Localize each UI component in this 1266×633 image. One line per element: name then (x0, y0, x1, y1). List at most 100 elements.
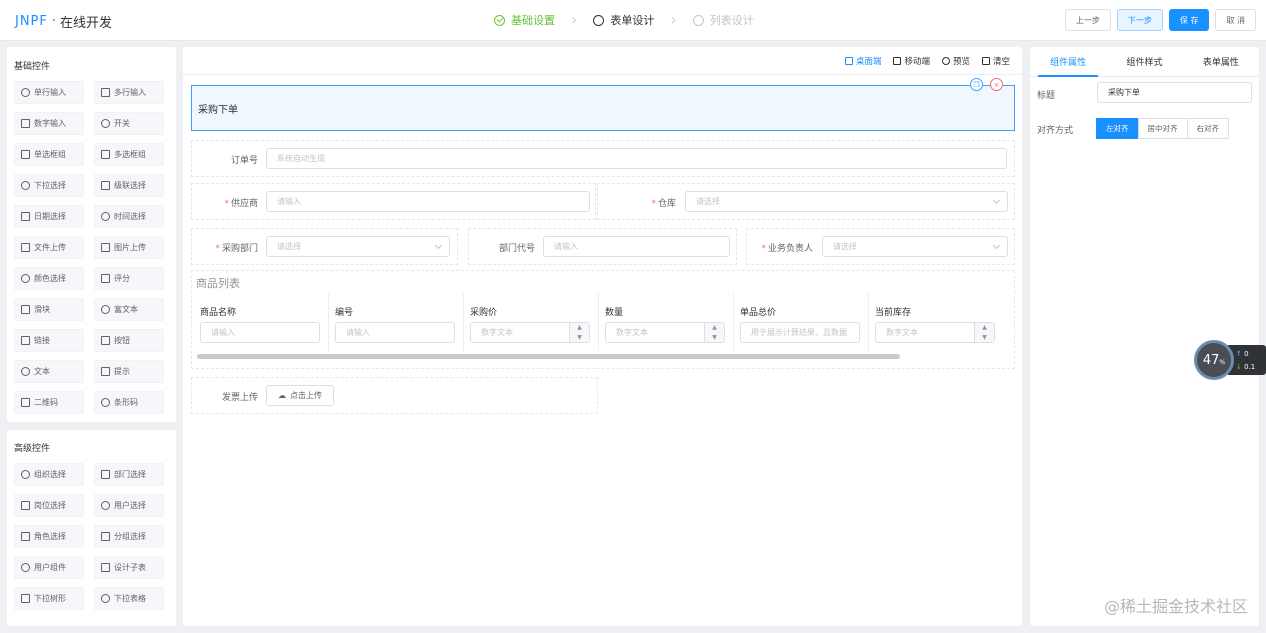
chevron-up-icon[interactable]: ▲ (577, 324, 582, 331)
control-basic-11[interactable]: 图片上传 (94, 236, 164, 259)
number-stepper[interactable]: ▲ ▼ (569, 323, 589, 342)
control-basic-4[interactable]: 单选框组 (14, 143, 84, 166)
control-basic-10[interactable]: 文件上传 (14, 236, 84, 259)
control-basic-16[interactable]: 链接 (14, 329, 84, 352)
basic-controls-title: 基础控件 (14, 62, 51, 72)
control-label: 单选框组 (34, 150, 66, 159)
control-basic-6[interactable]: 下拉选择 (14, 174, 84, 197)
control-basic-3[interactable]: 开关 (94, 112, 164, 135)
step-form-design[interactable]: 表单设计 (593, 12, 654, 28)
dept-code-input[interactable]: 请输入 (543, 236, 730, 257)
number-stepper[interactable]: ▲ ▼ (704, 323, 724, 342)
control-label: 设计子表 (114, 563, 146, 572)
align-center-button[interactable]: 居中对齐 (1137, 118, 1188, 139)
chevron-up-icon[interactable]: ▲ (982, 324, 987, 331)
control-icon (21, 563, 30, 572)
control-icon (101, 532, 110, 541)
chevron-down-icon[interactable]: ▼ (712, 334, 717, 341)
chevron-up-icon[interactable]: ▲ (712, 324, 717, 331)
control-basic-17[interactable]: 按钮 (94, 329, 164, 352)
cpu-gauge[interactable]: 47% (1194, 340, 1234, 380)
control-label: 下拉选择 (34, 181, 66, 190)
column-input[interactable]: 用于展示计算结果，且数据 (740, 322, 860, 343)
mobile-view-button[interactable]: 移动端 (893, 55, 930, 67)
control-advanced-3[interactable]: 用户选择 (94, 494, 164, 517)
preview-button[interactable]: 预览 (941, 55, 970, 67)
control-basic-15[interactable]: 富文本 (94, 298, 164, 321)
number-stepper[interactable]: ▲ ▼ (974, 323, 994, 342)
prev-step-button[interactable]: 上一步 (1064, 9, 1111, 31)
properties-tabs: 组件属性 组件样式 表单属性 (1030, 47, 1259, 77)
supplier-input[interactable]: 请输入 (266, 191, 590, 212)
owner-placeholder: 请选择 (833, 242, 857, 251)
warehouse-select[interactable]: 请选择 (685, 191, 1008, 212)
chevron-down-icon[interactable]: ▼ (982, 334, 987, 341)
clear-button[interactable]: 清空 (981, 55, 1010, 67)
column-divider (868, 293, 869, 351)
control-advanced-2[interactable]: 岗位选择 (14, 494, 84, 517)
control-basic-9[interactable]: 时间选择 (94, 205, 164, 228)
upload-button[interactable]: ☁ 点击上传 (266, 385, 334, 406)
tab-component-style[interactable]: 组件样式 (1106, 47, 1182, 76)
control-advanced-9[interactable]: 下拉表格 (94, 587, 164, 610)
control-basic-0[interactable]: 单行输入 (14, 81, 84, 104)
form-title-block[interactable]: 采购下单 ❐ × (191, 78, 1015, 131)
align-left-button[interactable]: 左对齐 (1096, 118, 1139, 139)
required-mark: * (651, 199, 656, 209)
control-basic-14[interactable]: 滑块 (14, 298, 84, 321)
warehouse-row[interactable]: * 仓库 请选择 (597, 183, 1015, 220)
title-prop-input[interactable]: 采购下单 (1097, 82, 1252, 103)
column-input[interactable]: 数字文本 ▲ ▼ (470, 322, 590, 343)
control-advanced-6[interactable]: 用户组件 (14, 556, 84, 579)
supplier-row[interactable]: * 供应商 请输入 (191, 183, 596, 220)
control-basic-20[interactable]: 二维码 (14, 391, 84, 414)
column-input[interactable]: 请输入 (200, 322, 320, 343)
control-basic-12[interactable]: 颜色选择 (14, 267, 84, 290)
column-input[interactable]: 请输入 (335, 322, 455, 343)
dept-select[interactable]: 请选择 (266, 236, 450, 257)
column-input[interactable]: 数字文本 ▲ ▼ (605, 322, 725, 343)
align-right-button[interactable]: 右对齐 (1186, 118, 1229, 139)
table-scrollbar[interactable] (197, 354, 900, 359)
copy-icon[interactable]: ❐ (970, 78, 983, 91)
control-advanced-0[interactable]: 组织选择 (14, 463, 84, 486)
control-icon (101, 119, 110, 128)
owner-row[interactable]: * 业务负责人 请选择 (746, 228, 1015, 265)
control-basic-8[interactable]: 日期选择 (14, 205, 84, 228)
control-basic-7[interactable]: 级联选择 (94, 174, 164, 197)
control-basic-5[interactable]: 多选框组 (94, 143, 164, 166)
tab-component-props[interactable]: 组件属性 (1030, 47, 1106, 77)
invoice-row[interactable]: 发票上传 (191, 377, 598, 414)
save-button[interactable]: 保 存 (1168, 9, 1210, 31)
owner-select[interactable]: 请选择 (822, 236, 1008, 257)
control-basic-2[interactable]: 数字输入 (14, 112, 84, 135)
control-advanced-7[interactable]: 设计子表 (94, 556, 164, 579)
column-divider (463, 293, 464, 351)
dept-code-row[interactable]: 部门代号 请输入 (468, 228, 737, 265)
step-list-design[interactable]: 列表设计 (692, 12, 754, 28)
order-no-row[interactable]: 订单号 系统自动生成 (191, 140, 1015, 177)
next-step-button[interactable]: 下一步 (1116, 9, 1163, 31)
step-basic-settings[interactable]: 基础设置 (494, 12, 555, 28)
control-advanced-1[interactable]: 部门选择 (94, 463, 164, 486)
control-advanced-8[interactable]: 下拉树形 (14, 587, 84, 610)
control-basic-13[interactable]: 评分 (94, 267, 164, 290)
tab-form-props[interactable]: 表单属性 (1183, 47, 1259, 76)
arrow-down-icon: ↓ (1236, 363, 1242, 371)
chevron-down-icon (434, 241, 443, 250)
control-icon (21, 150, 30, 159)
delete-icon[interactable]: × (990, 78, 1003, 91)
control-advanced-4[interactable]: 角色选择 (14, 525, 84, 548)
desktop-view-button[interactable]: 桌面端 (844, 55, 882, 67)
control-basic-21[interactable]: 条形码 (94, 391, 164, 414)
order-no-input[interactable]: 系统自动生成 (266, 148, 1007, 169)
desktop-label: 桌面端 (855, 57, 882, 67)
control-basic-1[interactable]: 多行输入 (94, 81, 164, 104)
column-input[interactable]: 数字文本 ▲ ▼ (875, 322, 995, 343)
cancel-button[interactable]: 取 消 (1215, 9, 1256, 31)
control-basic-19[interactable]: 提示 (94, 360, 164, 383)
control-advanced-5[interactable]: 分组选择 (94, 525, 164, 548)
control-basic-18[interactable]: 文本 (14, 360, 84, 383)
chevron-down-icon[interactable]: ▼ (577, 334, 582, 341)
dept-row[interactable]: * 采购部门 请选择 (191, 228, 458, 265)
